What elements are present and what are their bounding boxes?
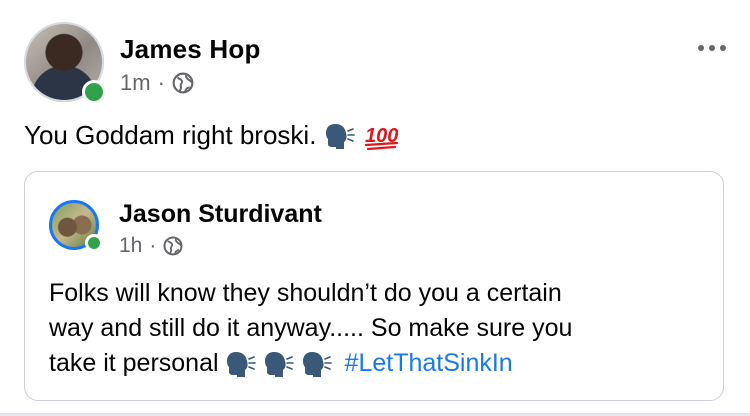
speaking-head-icon: [301, 350, 333, 378]
shared-message-text: way and still do it anyway..... So make …: [49, 314, 573, 342]
post-meta: 1m ·: [120, 70, 194, 96]
shared-post-message: Folks will know they shouldn’t do you a …: [49, 276, 709, 381]
globe-icon: [163, 236, 183, 256]
speaking-head-icon: [263, 350, 295, 378]
post-time[interactable]: 1m: [120, 70, 151, 96]
shared-author-avatar[interactable]: [49, 200, 103, 252]
author-avatar[interactable]: [24, 22, 106, 104]
hashtag-link[interactable]: #LetThatSinkIn: [345, 346, 513, 381]
author-name[interactable]: James Hop: [120, 34, 261, 65]
shared-message-text: take it personal: [49, 349, 219, 377]
shared-post-meta: 1h ·: [119, 234, 183, 258]
shared-post-card[interactable]: Jason Sturdivant 1h · Folks will know th…: [24, 171, 724, 401]
meta-separator: ·: [149, 234, 157, 257]
speaking-head-icon: [324, 122, 356, 150]
shared-message-line: way and still do it anyway..... So make …: [49, 311, 709, 346]
more-dot-icon: [709, 45, 715, 51]
more-dot-icon: [698, 45, 704, 51]
shared-author-name[interactable]: Jason Sturdivant: [119, 200, 322, 229]
post-message-text: You Goddam right broski.: [24, 120, 317, 150]
more-dot-icon: [720, 45, 726, 51]
shared-message-text: Folks will know they shouldn’t do you a …: [49, 279, 562, 307]
speaking-head-icon: [225, 350, 257, 378]
globe-icon: [172, 72, 194, 94]
post-header: James Hop 1m ·: [24, 22, 726, 104]
meta-separator: ·: [157, 70, 165, 95]
shared-message-line: Folks will know they shouldn’t do you a …: [49, 276, 709, 311]
shared-post-time[interactable]: 1h: [119, 234, 142, 258]
hundred-points-icon: 100: [364, 121, 400, 151]
online-status-dot: [82, 80, 106, 104]
more-options-button[interactable]: [694, 36, 730, 60]
shared-message-line: take it personal #LetThatSinkIn: [49, 346, 709, 381]
shared-online-status-dot: [85, 234, 103, 252]
post-message: You Goddam right broski. 100: [24, 120, 400, 151]
